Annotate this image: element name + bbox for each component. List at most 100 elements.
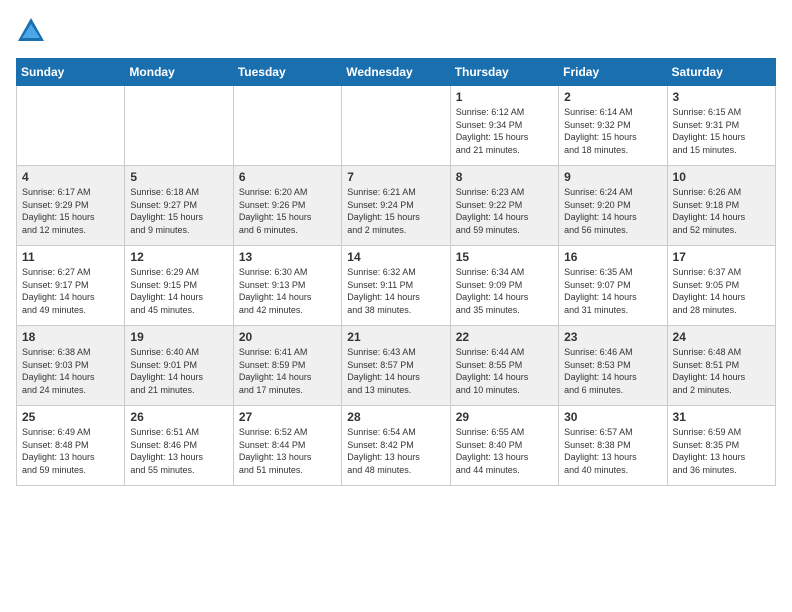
calendar-cell: 13Sunrise: 6:30 AM Sunset: 9:13 PM Dayli… <box>233 246 341 326</box>
day-info: Sunrise: 6:44 AM Sunset: 8:55 PM Dayligh… <box>456 346 553 396</box>
day-number: 25 <box>22 410 119 424</box>
calendar-cell: 25Sunrise: 6:49 AM Sunset: 8:48 PM Dayli… <box>17 406 125 486</box>
logo <box>16 16 50 46</box>
day-number: 15 <box>456 250 553 264</box>
day-number: 4 <box>22 170 119 184</box>
calendar-cell: 19Sunrise: 6:40 AM Sunset: 9:01 PM Dayli… <box>125 326 233 406</box>
day-info: Sunrise: 6:38 AM Sunset: 9:03 PM Dayligh… <box>22 346 119 396</box>
calendar-cell: 28Sunrise: 6:54 AM Sunset: 8:42 PM Dayli… <box>342 406 450 486</box>
day-number: 14 <box>347 250 444 264</box>
calendar-week-row: 4 Sunrise: 6:17 AM Sunset: 9:29 PM Daylig… <box>17 166 776 246</box>
calendar-table: SundayMondayTuesdayWednesdayThursdayFrid… <box>16 58 776 486</box>
day-number: 30 <box>564 410 661 424</box>
day-info: Sunrise: 6:48 AM Sunset: 8:51 PM Dayligh… <box>673 346 770 396</box>
calendar-cell: 16Sunrise: 6:35 AM Sunset: 9:07 PM Dayli… <box>559 246 667 326</box>
calendar-cell: 31 Sunrise: 6:59 AM Sunset: 8:35 PM Dayli… <box>667 406 775 486</box>
day-number: 31 <box>673 410 770 424</box>
day-info: Sunrise: 6:12 AM Sunset: 9:34 PM Dayligh… <box>456 106 553 156</box>
day-info: Sunrise: 6:17 AM Sunset: 9:29 PM Dayligh… <box>22 186 119 236</box>
day-info: Sunrise: 6:41 AM Sunset: 8:59 PM Dayligh… <box>239 346 336 396</box>
calendar-cell: 30 Sunrise: 6:57 AM Sunset: 8:38 PM Dayli… <box>559 406 667 486</box>
day-number: 28 <box>347 410 444 424</box>
logo-icon <box>16 16 46 46</box>
calendar-week-row: 18 Sunrise: 6:38 AM Sunset: 9:03 PM Dayli… <box>17 326 776 406</box>
day-info: Sunrise: 6:23 AM Sunset: 9:22 PM Dayligh… <box>456 186 553 236</box>
day-number: 1 <box>456 90 553 104</box>
calendar-cell: 26 Sunrise: 6:51 AM Sunset: 8:46 PM Dayli… <box>125 406 233 486</box>
calendar-week-row: 11 Sunrise: 6:27 AM Sunset: 9:17 PM Dayli… <box>17 246 776 326</box>
weekday-header-tuesday: Tuesday <box>233 59 341 86</box>
day-number: 7 <box>347 170 444 184</box>
calendar-cell: 2 Sunrise: 6:14 AM Sunset: 9:32 PM Daylig… <box>559 86 667 166</box>
day-info: Sunrise: 6:20 AM Sunset: 9:26 PM Dayligh… <box>239 186 336 236</box>
calendar-week-row: 1 Sunrise: 6:12 AM Sunset: 9:34 PM Daylig… <box>17 86 776 166</box>
calendar-cell: 3Sunrise: 6:15 AM Sunset: 9:31 PM Daylig… <box>667 86 775 166</box>
calendar-cell: 23 Sunrise: 6:46 AM Sunset: 8:53 PM Dayli… <box>559 326 667 406</box>
calendar-cell: 27 Sunrise: 6:52 AM Sunset: 8:44 PM Dayli… <box>233 406 341 486</box>
calendar-cell <box>125 86 233 166</box>
day-info: Sunrise: 6:35 AM Sunset: 9:07 PM Dayligh… <box>564 266 661 316</box>
day-number: 26 <box>130 410 227 424</box>
calendar-cell: 14 Sunrise: 6:32 AM Sunset: 9:11 PM Dayli… <box>342 246 450 326</box>
day-info: Sunrise: 6:51 AM Sunset: 8:46 PM Dayligh… <box>130 426 227 476</box>
day-info: Sunrise: 6:18 AM Sunset: 9:27 PM Dayligh… <box>130 186 227 236</box>
day-info: Sunrise: 6:29 AM Sunset: 9:15 PM Dayligh… <box>130 266 227 316</box>
calendar-cell: 24 Sunrise: 6:48 AM Sunset: 8:51 PM Dayli… <box>667 326 775 406</box>
weekday-header-wednesday: Wednesday <box>342 59 450 86</box>
day-info: Sunrise: 6:55 AM Sunset: 8:40 PM Dayligh… <box>456 426 553 476</box>
day-number: 20 <box>239 330 336 344</box>
day-info: Sunrise: 6:46 AM Sunset: 8:53 PM Dayligh… <box>564 346 661 396</box>
day-number: 9 <box>564 170 661 184</box>
calendar-cell: 18 Sunrise: 6:38 AM Sunset: 9:03 PM Dayli… <box>17 326 125 406</box>
day-info: Sunrise: 6:32 AM Sunset: 9:11 PM Dayligh… <box>347 266 444 316</box>
day-info: Sunrise: 6:59 AM Sunset: 8:35 PM Dayligh… <box>673 426 770 476</box>
calendar-cell: 4 Sunrise: 6:17 AM Sunset: 9:29 PM Daylig… <box>17 166 125 246</box>
day-number: 11 <box>22 250 119 264</box>
day-number: 23 <box>564 330 661 344</box>
calendar-cell: 5 Sunrise: 6:18 AM Sunset: 9:27 PM Daylig… <box>125 166 233 246</box>
calendar-cell: 22Sunrise: 6:44 AM Sunset: 8:55 PM Dayli… <box>450 326 558 406</box>
day-number: 10 <box>673 170 770 184</box>
weekday-header-monday: Monday <box>125 59 233 86</box>
day-info: Sunrise: 6:34 AM Sunset: 9:09 PM Dayligh… <box>456 266 553 316</box>
calendar-cell: 7 Sunrise: 6:21 AM Sunset: 9:24 PM Daylig… <box>342 166 450 246</box>
day-info: Sunrise: 6:21 AM Sunset: 9:24 PM Dayligh… <box>347 186 444 236</box>
day-info: Sunrise: 6:57 AM Sunset: 8:38 PM Dayligh… <box>564 426 661 476</box>
calendar-cell: 20 Sunrise: 6:41 AM Sunset: 8:59 PM Dayli… <box>233 326 341 406</box>
calendar-cell: 11 Sunrise: 6:27 AM Sunset: 9:17 PM Dayli… <box>17 246 125 326</box>
calendar-cell: 29 Sunrise: 6:55 AM Sunset: 8:40 PM Dayli… <box>450 406 558 486</box>
calendar-cell: 1 Sunrise: 6:12 AM Sunset: 9:34 PM Daylig… <box>450 86 558 166</box>
calendar-cell <box>342 86 450 166</box>
calendar-cell: 17 Sunrise: 6:37 AM Sunset: 9:05 PM Dayli… <box>667 246 775 326</box>
day-number: 17 <box>673 250 770 264</box>
weekday-header-row: SundayMondayTuesdayWednesdayThursdayFrid… <box>17 59 776 86</box>
day-info: Sunrise: 6:43 AM Sunset: 8:57 PM Dayligh… <box>347 346 444 396</box>
day-info: Sunrise: 6:14 AM Sunset: 9:32 PM Dayligh… <box>564 106 661 156</box>
day-number: 29 <box>456 410 553 424</box>
calendar-week-row: 25Sunrise: 6:49 AM Sunset: 8:48 PM Dayli… <box>17 406 776 486</box>
day-number: 24 <box>673 330 770 344</box>
calendar-cell: 9Sunrise: 6:24 AM Sunset: 9:20 PM Daylig… <box>559 166 667 246</box>
weekday-header-friday: Friday <box>559 59 667 86</box>
day-number: 21 <box>347 330 444 344</box>
calendar-cell: 8 Sunrise: 6:23 AM Sunset: 9:22 PM Daylig… <box>450 166 558 246</box>
day-number: 3 <box>673 90 770 104</box>
calendar-cell <box>233 86 341 166</box>
calendar-cell: 21 Sunrise: 6:43 AM Sunset: 8:57 PM Dayli… <box>342 326 450 406</box>
day-info: Sunrise: 6:27 AM Sunset: 9:17 PM Dayligh… <box>22 266 119 316</box>
day-info: Sunrise: 6:30 AM Sunset: 9:13 PM Dayligh… <box>239 266 336 316</box>
day-number: 5 <box>130 170 227 184</box>
day-info: Sunrise: 6:52 AM Sunset: 8:44 PM Dayligh… <box>239 426 336 476</box>
day-number: 2 <box>564 90 661 104</box>
day-info: Sunrise: 6:37 AM Sunset: 9:05 PM Dayligh… <box>673 266 770 316</box>
day-number: 8 <box>456 170 553 184</box>
day-number: 27 <box>239 410 336 424</box>
day-info: Sunrise: 6:40 AM Sunset: 9:01 PM Dayligh… <box>130 346 227 396</box>
calendar-cell <box>17 86 125 166</box>
calendar-cell: 15 Sunrise: 6:34 AM Sunset: 9:09 PM Dayli… <box>450 246 558 326</box>
weekday-header-sunday: Sunday <box>17 59 125 86</box>
day-info: Sunrise: 6:26 AM Sunset: 9:18 PM Dayligh… <box>673 186 770 236</box>
weekday-header-saturday: Saturday <box>667 59 775 86</box>
day-number: 18 <box>22 330 119 344</box>
day-number: 12 <box>130 250 227 264</box>
